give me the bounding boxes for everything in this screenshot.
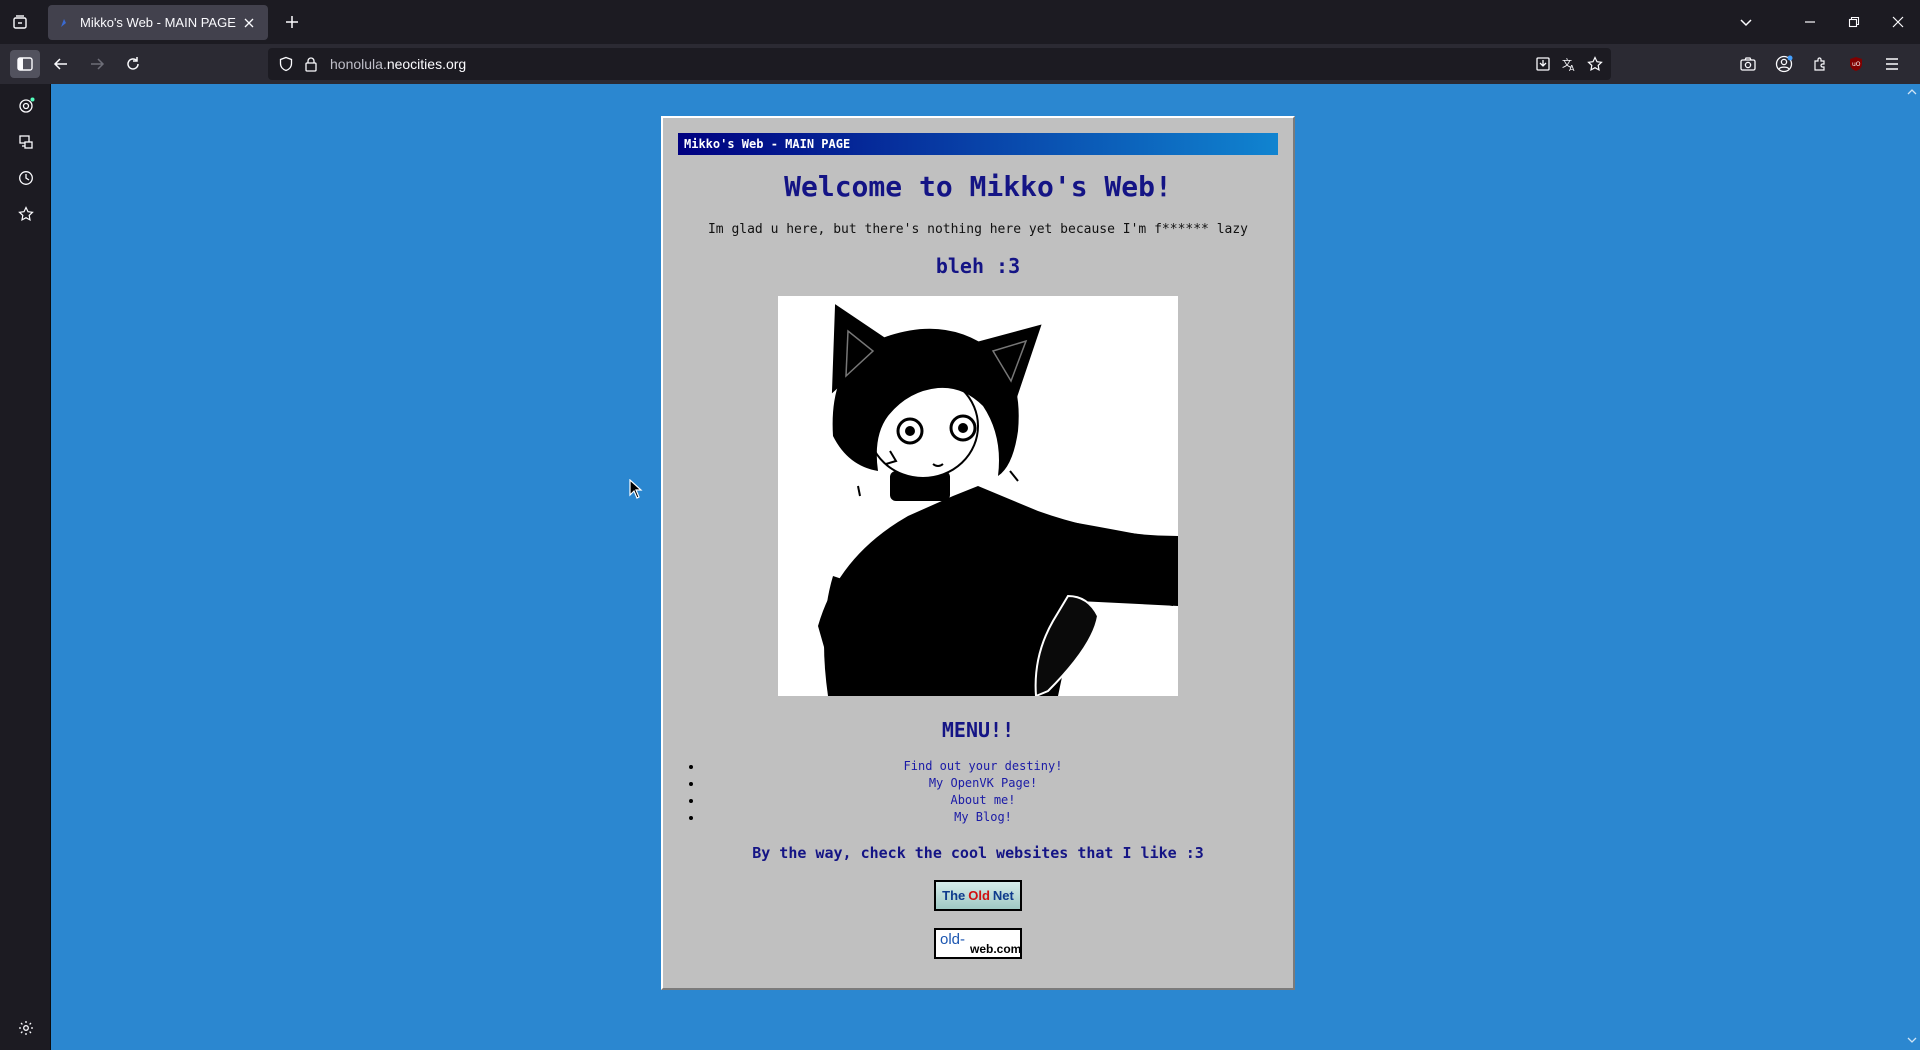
new-tab-button[interactable] xyxy=(280,10,304,34)
app-menu-button[interactable] xyxy=(1877,50,1907,78)
sidebar-toggle-button[interactable] xyxy=(10,50,40,78)
history-clock-icon xyxy=(19,171,33,185)
badge-text-web-com: web.com xyxy=(970,942,1022,956)
scroll-up-icon[interactable] xyxy=(1906,86,1918,98)
main-window-panel: Mikko's Web - MAIN PAGE Welcome to Mikko… xyxy=(661,116,1295,990)
minimize-button[interactable] xyxy=(1788,0,1832,44)
badge-text-the: The xyxy=(942,888,966,903)
old-web-badge[interactable]: old- web.com xyxy=(934,928,1022,959)
plus-icon xyxy=(286,16,298,28)
welcome-heading: Welcome to Mikko's Web! xyxy=(784,170,1172,203)
mouse-cursor-icon xyxy=(629,478,643,504)
synced-tabs-icon xyxy=(19,135,33,149)
svg-text:A: A xyxy=(1569,64,1575,72)
minimize-icon xyxy=(1805,21,1815,23)
sidebar-chatbot-button[interactable] xyxy=(11,91,41,121)
svg-text:uO: uO xyxy=(1852,61,1861,68)
gear-icon xyxy=(19,1021,33,1035)
intro-text: Im glad u here, but there's nothing here… xyxy=(707,222,1249,237)
badge-text-old: Old xyxy=(968,888,990,903)
cool-websites-text: By the way, check the cool websites that… xyxy=(752,844,1204,862)
sidebar-synced-tabs-button[interactable] xyxy=(11,127,41,157)
bookmarks-star-icon xyxy=(18,206,34,222)
bookmark-star-icon[interactable] xyxy=(1587,56,1603,72)
menu-item: Find out your destiny! xyxy=(703,758,1263,775)
sidebar-icon xyxy=(17,57,33,71)
sidebar-bookmarks-button[interactable] xyxy=(11,199,41,229)
page-viewport: Mikko's Web - MAIN PAGE Welcome to Mikko… xyxy=(51,84,1920,1050)
bleh-heading: bleh :3 xyxy=(935,254,1021,278)
account-icon xyxy=(1775,55,1793,73)
ai-chatbot-icon xyxy=(19,97,35,113)
url-subdomain: honolula. xyxy=(330,56,387,72)
reload-button[interactable] xyxy=(118,50,148,78)
forward-button[interactable] xyxy=(82,50,112,78)
scroll-down-icon[interactable] xyxy=(1906,1034,1918,1046)
tab-title: Mikko's Web - MAIN PAGE xyxy=(80,15,236,30)
url-bar[interactable]: honolula. neocities.org 文A xyxy=(268,48,1611,80)
panel-title-bar: Mikko's Web - MAIN PAGE xyxy=(678,133,1278,155)
sidebar-history-button[interactable] xyxy=(11,163,41,193)
toolbar-right: uO xyxy=(1733,50,1907,78)
hamburger-menu-icon xyxy=(1886,58,1898,70)
list-all-tabs-button[interactable] xyxy=(1724,0,1768,44)
tab-strip: Mikko's Web - MAIN PAGE xyxy=(0,0,1920,44)
reload-icon xyxy=(127,57,139,70)
page-scrollbar[interactable] xyxy=(1904,84,1920,1050)
restore-button[interactable] xyxy=(1832,0,1876,44)
chevron-down-icon xyxy=(1740,19,1752,27)
tracking-protection-shield-icon[interactable] xyxy=(278,56,294,72)
badge-text-old-prefix: old- xyxy=(940,931,966,948)
menu-heading: MENU!! xyxy=(941,718,1015,742)
tab-overview-button[interactable] xyxy=(6,8,34,36)
back-button[interactable] xyxy=(46,50,76,78)
menu-item: My Blog! xyxy=(703,809,1263,826)
save-to-pocket-icon[interactable] xyxy=(1535,56,1551,72)
restore-icon xyxy=(1848,16,1860,28)
account-button[interactable] xyxy=(1769,50,1799,78)
about-me-link[interactable]: About me! xyxy=(950,793,1015,807)
destiny-link[interactable]: Find out your destiny! xyxy=(904,759,1063,773)
translate-icon[interactable]: 文A xyxy=(1561,56,1577,72)
site-favicon-icon xyxy=(61,18,66,27)
ublock-shield-icon: uO xyxy=(1850,57,1862,71)
back-arrow-icon xyxy=(53,58,67,70)
navigation-toolbar: honolula. neocities.org 文A uO xyxy=(0,44,1920,84)
badge-text-net: Net xyxy=(992,888,1014,903)
extensions-button[interactable] xyxy=(1805,50,1835,78)
menu-item: My OpenVK Page! xyxy=(703,775,1263,792)
camera-icon xyxy=(1740,57,1756,71)
close-icon xyxy=(1892,16,1904,28)
active-tab[interactable]: Mikko's Web - MAIN PAGE xyxy=(48,5,268,40)
url-domain: neocities.org xyxy=(386,56,467,72)
menu-list: Find out your destiny! My OpenVK Page! A… xyxy=(703,758,1263,826)
catboy-drawing-image xyxy=(778,296,1178,696)
url-bar-actions: 文A xyxy=(1535,48,1603,80)
puzzle-icon xyxy=(1814,57,1825,71)
window-controls xyxy=(1724,0,1920,44)
openvk-link[interactable]: My OpenVK Page! xyxy=(929,776,1037,790)
blog-link[interactable]: My Blog! xyxy=(954,810,1012,824)
forward-arrow-icon xyxy=(91,58,105,70)
close-tab-icon[interactable] xyxy=(240,14,258,32)
ublock-origin-button[interactable]: uO xyxy=(1841,50,1871,78)
screenshot-button[interactable] xyxy=(1733,50,1763,78)
the-old-net-badge[interactable]: The Old Net xyxy=(934,880,1022,911)
lock-icon[interactable] xyxy=(304,56,318,72)
menu-item: About me! xyxy=(703,792,1263,809)
close-window-button[interactable] xyxy=(1876,0,1920,44)
tabs-icon xyxy=(13,15,27,29)
sidebar-customize-button[interactable] xyxy=(11,1013,41,1043)
browser-sidebar xyxy=(0,84,51,1050)
